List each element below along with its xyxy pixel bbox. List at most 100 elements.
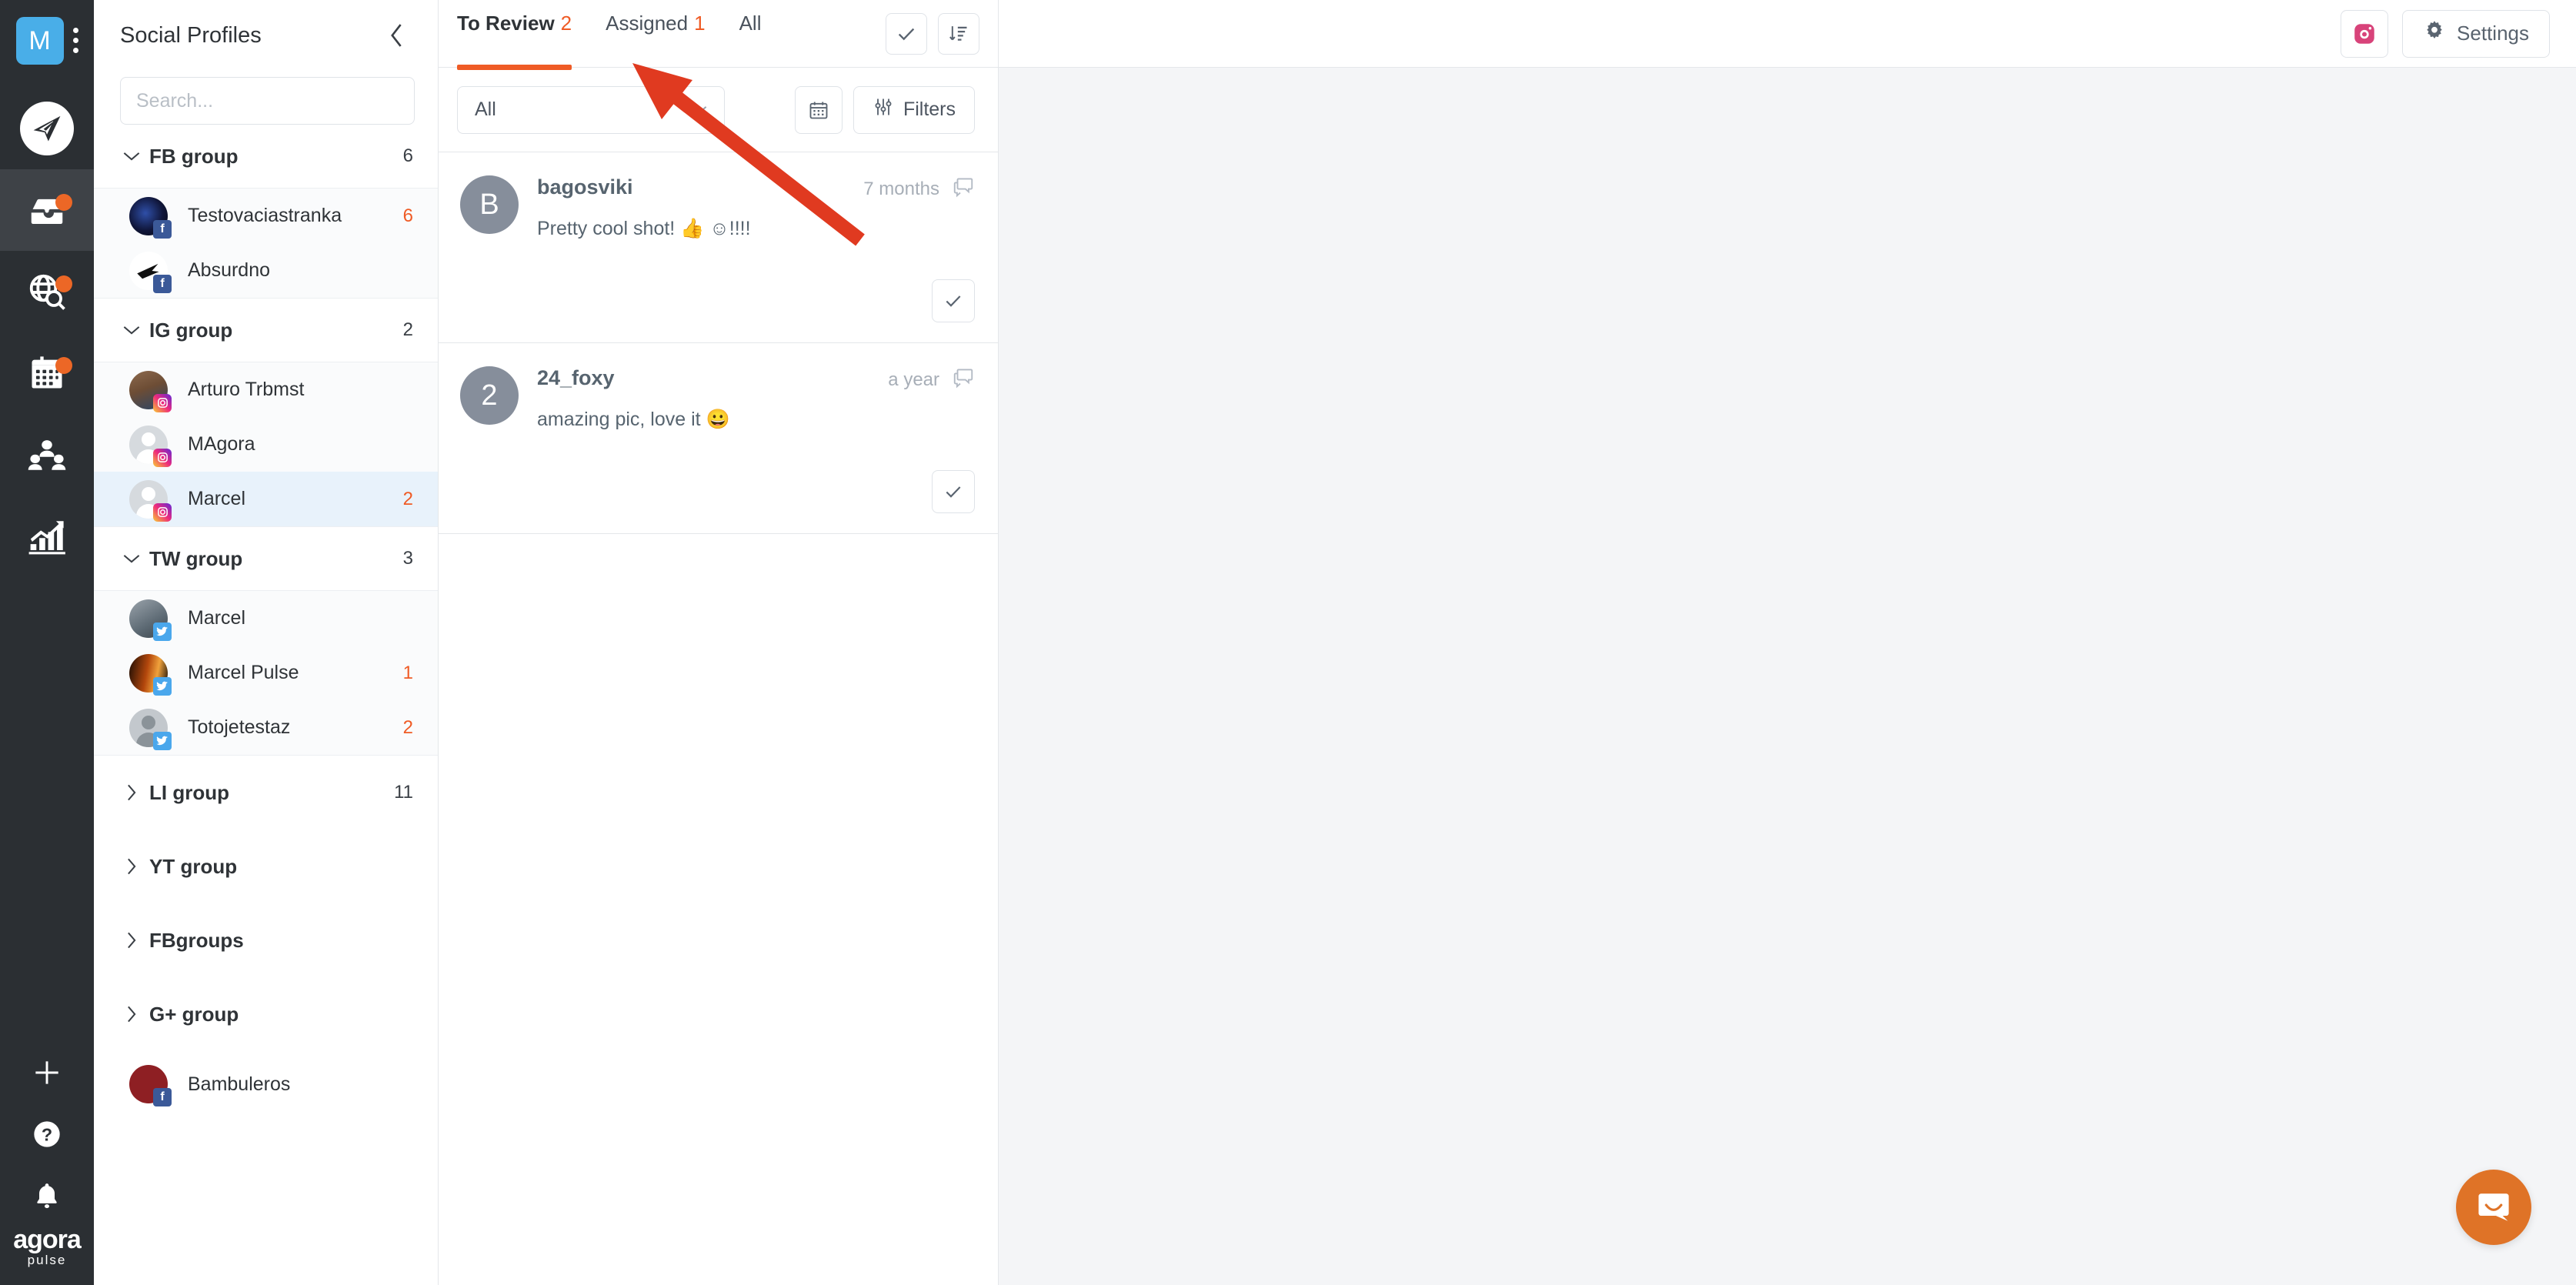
filters-button[interactable]: Filters (853, 85, 975, 134)
chevron-down-icon (690, 98, 707, 121)
nav-item-listening[interactable] (0, 251, 94, 332)
detail-header: Settings (999, 0, 2576, 68)
message-actions (460, 447, 975, 513)
nav-item-team[interactable] (0, 414, 94, 496)
inbox-tabs: To Review 2 Assigned 1 All (457, 0, 795, 70)
message-card[interactable]: 2 24_foxy a year amazing pic, love it 😀 (439, 343, 998, 534)
comments-icon (952, 175, 975, 202)
profile-row-marcel-ig[interactable]: Marcel 2 (94, 472, 438, 526)
sidebar-collapse-button[interactable] (379, 18, 415, 53)
sidebar-header: Social Profiles (94, 0, 438, 71)
message-top: 2 24_foxy a year amazing pic, love it 😀 (460, 366, 975, 432)
rail-nav-items (0, 88, 94, 577)
nav-item-inbox[interactable] (0, 169, 94, 251)
settings-button[interactable]: Settings (2402, 9, 2550, 58)
nav-item-publish[interactable] (0, 88, 94, 169)
message-author[interactable]: bagosviki (537, 175, 633, 199)
profile-name: Absurdno (188, 259, 271, 281)
message-actions (460, 256, 975, 322)
profile-name: MAgora (188, 433, 255, 455)
inbox-message-list: B bagosviki 7 months Pretty cool shot! 👍… (439, 152, 998, 1285)
group-header-gplus-group[interactable]: G+ group (94, 977, 438, 1051)
profile-unread-count: 1 (402, 662, 413, 683)
group-header-yt-group[interactable]: YT group (94, 829, 438, 903)
group-header-tw-group[interactable]: TW group 3 (94, 527, 438, 590)
twitter-icon (153, 676, 172, 696)
bar-chart-arrow-icon (28, 521, 65, 555)
avatar (129, 425, 172, 467)
inbox-tab-actions (886, 13, 979, 67)
inbox-filter-bar: All Filters (439, 68, 998, 152)
profile-name: Marcel (188, 607, 246, 629)
profile-name: Arturo Trbmst (188, 379, 305, 400)
mark-reviewed-button[interactable] (932, 279, 975, 322)
chevron-right-icon (120, 858, 143, 875)
date-range-button[interactable] (794, 85, 843, 134)
message-timestamp: a year (888, 369, 939, 390)
profile-name: Bambuleros (188, 1073, 291, 1095)
profile-row-testovaciastranka[interactable]: f Testovaciastranka 6 (94, 189, 438, 243)
message-card[interactable]: B bagosviki 7 months Pretty cool shot! 👍… (439, 152, 998, 343)
svg-text:?: ? (42, 1124, 52, 1144)
notifications-button[interactable] (0, 1165, 94, 1227)
group-label: FBgroups (149, 928, 244, 952)
group-header-fbgroups[interactable]: FBgroups (94, 903, 438, 977)
nav-item-reports[interactable] (0, 496, 94, 577)
group-count: 6 (402, 145, 413, 166)
inbox-badge-dot (55, 194, 72, 211)
profile-group-list: FB group 6 f Testovaciastranka 6 f Absur… (94, 125, 438, 1285)
tab-assigned[interactable]: Assigned 1 (606, 0, 725, 67)
check-icon (946, 295, 961, 307)
message-author[interactable]: 24_foxy (537, 366, 615, 390)
profile-row-totojetestaz[interactable]: Totojetestaz 2 (94, 700, 438, 755)
profile-name: Marcel (188, 488, 246, 509)
social-profiles-sidebar: Social Profiles FB group 6 f (94, 0, 439, 1285)
plus-icon (35, 1061, 58, 1084)
calendar-badge-dot (55, 357, 72, 374)
avatar: B (460, 175, 519, 234)
profile-row-marcel-tw[interactable]: Marcel (94, 591, 438, 646)
group-header-ig-group[interactable]: IG group 2 (94, 299, 438, 362)
primary-nav-rail: M ? agora pulse (0, 0, 94, 1285)
sort-button[interactable] (938, 13, 979, 55)
chevron-left-icon (391, 24, 402, 47)
profile-row-magora[interactable]: MAgora (94, 417, 438, 472)
avatar: 2 (460, 366, 519, 425)
question-circle-icon: ? (34, 1121, 60, 1147)
profile-unread-count: 2 (402, 716, 413, 738)
add-button[interactable] (0, 1042, 94, 1103)
help-button[interactable]: ? (0, 1103, 94, 1165)
intercom-launcher-button[interactable] (2456, 1170, 2531, 1245)
profile-row-absurdno[interactable]: f Absurdno (94, 243, 438, 298)
profile-row-marcel-pulse[interactable]: Marcel Pulse 1 (94, 646, 438, 700)
rail-footer: ? agora pulse (0, 1042, 94, 1285)
kebab-menu-icon[interactable] (72, 28, 78, 53)
users-icon (28, 440, 66, 470)
tab-all[interactable]: All (739, 0, 782, 67)
profile-row-arturo-trbmst[interactable]: Arturo Trbmst (94, 362, 438, 417)
profile-row-bambuleros[interactable]: f Bambuleros (94, 1051, 438, 1117)
group-header-fb-group[interactable]: FB group 6 (94, 125, 438, 188)
workspace-avatar[interactable]: M (15, 17, 64, 65)
nav-item-calendar[interactable] (0, 332, 94, 414)
message-body: 24_foxy a year amazing pic, love it 😀 (537, 366, 975, 432)
inbox-tabs-bar: To Review 2 Assigned 1 All (439, 0, 998, 70)
twitter-icon (153, 622, 172, 641)
mark-reviewed-button[interactable] (932, 470, 975, 513)
inbox-scope-select[interactable]: All (457, 85, 725, 134)
filters-label: Filters (903, 98, 956, 120)
avatar (129, 708, 172, 750)
inbox-list-column: To Review 2 Assigned 1 All All Filters B… (439, 0, 999, 1285)
search-input[interactable] (120, 77, 415, 125)
group-label: YT group (149, 854, 238, 878)
twitter-icon (153, 731, 172, 750)
group-header-li-group[interactable]: LI group 11 (94, 756, 438, 829)
group-count: 3 (402, 548, 413, 569)
bulk-review-button[interactable] (886, 13, 927, 55)
settings-label: Settings (2457, 22, 2529, 45)
chevron-right-icon (120, 784, 143, 801)
instagram-profile-button[interactable] (2341, 9, 2389, 58)
paper-plane-icon (20, 102, 74, 155)
group-count: 11 (394, 782, 413, 803)
tab-to-review[interactable]: To Review 2 (457, 0, 592, 70)
